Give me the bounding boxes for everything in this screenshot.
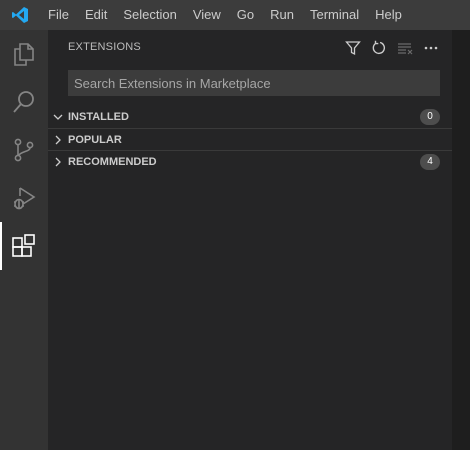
search-icon (13, 91, 34, 113)
activity-extensions[interactable] (0, 222, 48, 270)
extensions-search-input[interactable] (68, 70, 440, 96)
activity-explorer[interactable] (0, 30, 48, 78)
menu-edit[interactable]: Edit (77, 0, 115, 30)
vscode-logo-icon (0, 0, 40, 30)
refresh-icon (372, 40, 386, 55)
section-label: INSTALLED (68, 111, 129, 123)
menu-help[interactable]: Help (367, 0, 410, 30)
chevron-right-icon (48, 156, 68, 168)
clear-all-icon (398, 43, 413, 55)
run-debug-icon (14, 187, 36, 210)
section-installed[interactable]: INSTALLED 0 (48, 106, 452, 128)
sidebar-title: EXTENSIONS (68, 41, 141, 53)
menu-go[interactable]: Go (229, 0, 262, 30)
activity-search[interactable] (0, 78, 48, 126)
refresh-button[interactable] (368, 38, 390, 58)
section-label: RECOMMENDED (68, 156, 157, 168)
chevron-down-icon (48, 111, 68, 123)
menu-terminal[interactable]: Terminal (302, 0, 367, 30)
chevron-right-icon (48, 134, 68, 146)
section-label: POPULAR (68, 134, 122, 146)
activity-source-control[interactable] (0, 126, 48, 174)
filter-button[interactable] (342, 38, 364, 58)
menu-file[interactable]: File (40, 0, 77, 30)
section-popular[interactable]: POPULAR (48, 128, 452, 151)
count-badge: 0 (420, 109, 440, 125)
menu-view[interactable]: View (185, 0, 229, 30)
activity-bar (0, 30, 48, 450)
menu-bar: File Edit Selection View Go Run Terminal… (40, 0, 410, 30)
extensions-sidebar: EXTENSIONS Search Extensions in Marketpl… (48, 30, 452, 450)
clear-results-button[interactable] (394, 38, 416, 58)
files-icon (14, 43, 34, 66)
title-bar: File Edit Selection View Go Run Terminal… (0, 0, 470, 30)
ellipsis-icon (424, 46, 438, 50)
editor-area (452, 30, 470, 450)
section-recommended[interactable]: RECOMMENDED 4 (48, 150, 452, 173)
sidebar-header: EXTENSIONS (48, 30, 452, 65)
more-actions-button[interactable] (420, 38, 442, 58)
count-badge: 4 (420, 154, 440, 170)
activity-run-debug[interactable] (0, 174, 48, 222)
filter-icon (345, 41, 361, 56)
source-control-icon (14, 138, 34, 162)
menu-run[interactable]: Run (262, 0, 302, 30)
menu-selection[interactable]: Selection (115, 0, 184, 30)
extensions-icon (12, 234, 35, 257)
